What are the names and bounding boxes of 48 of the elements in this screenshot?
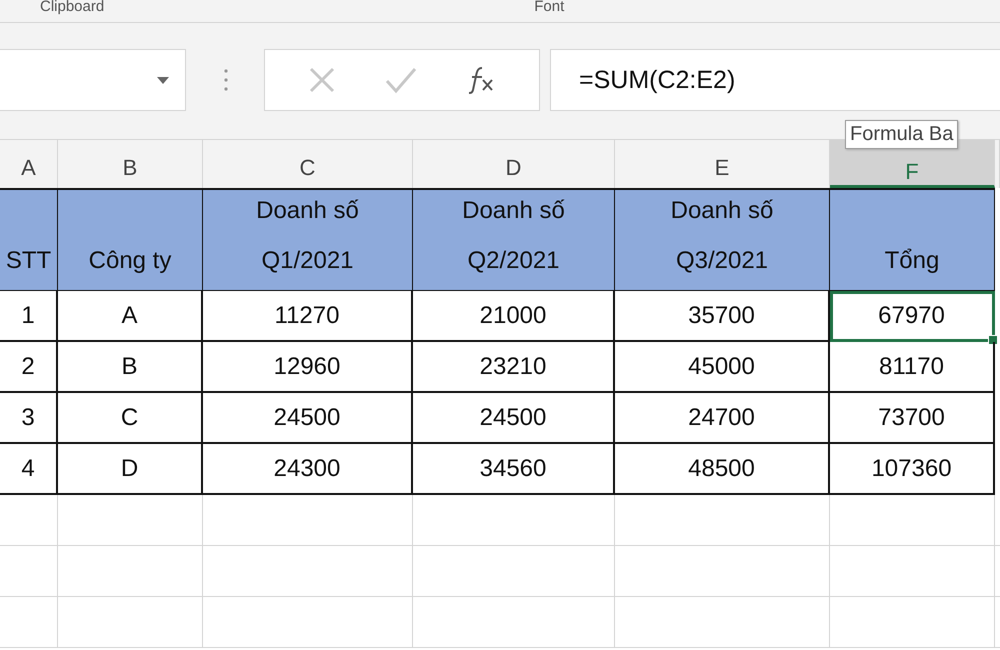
table-cell: 12960: [203, 342, 413, 393]
table-cell: 11270: [203, 291, 413, 342]
table-cell: 24300: [203, 444, 413, 495]
table-cell: 45000: [615, 342, 830, 393]
header-cell: Doanh số Q1/2021: [203, 188, 413, 291]
header-cell: Doanh số Q2/2021: [413, 188, 615, 291]
ribbon-group-label: Clipboard: [40, 0, 104, 14]
column-header[interactable]: B: [58, 140, 203, 188]
table-cell: 21000: [413, 291, 615, 342]
name-box[interactable]: [0, 49, 186, 111]
table-cell: 34560: [413, 444, 615, 495]
empty-cell: [0, 546, 58, 597]
table-cell: 48500: [615, 444, 830, 495]
empty-cell: [0, 597, 58, 648]
column-header[interactable]: A: [0, 140, 58, 188]
ribbon-group-label: Font: [534, 0, 564, 14]
tooltip: Formula Ba: [845, 120, 958, 149]
table-cell: 24500: [413, 393, 615, 444]
table-cell: 73700: [830, 393, 995, 444]
table-cell: 23210: [413, 342, 615, 393]
cancel-icon[interactable]: [308, 66, 336, 94]
table-cell: C: [58, 393, 203, 444]
table-cell: 81170: [830, 342, 995, 393]
table-cell: B: [58, 342, 203, 393]
table-cell: A: [58, 291, 203, 342]
header-cell: STT: [0, 188, 58, 291]
header-cell: Tổng: [830, 188, 995, 291]
table-cell: 3: [0, 393, 58, 444]
table-cell: 1: [0, 291, 58, 342]
header-cell: Doanh số Q3/2021: [615, 188, 830, 291]
table-cell: 24500: [203, 393, 413, 444]
table-cell: 67970: [830, 291, 995, 342]
column-header[interactable]: E: [615, 140, 830, 188]
grip-icon[interactable]: [224, 69, 228, 91]
table-cell: 35700: [615, 291, 830, 342]
table-cell: D: [58, 444, 203, 495]
table-cell: 4: [0, 444, 58, 495]
header-cell: Công ty: [58, 188, 203, 291]
column-header[interactable]: D: [413, 140, 615, 188]
fill-handle[interactable]: [988, 335, 998, 345]
caret-icon: [157, 76, 169, 84]
empty-cell: [0, 495, 58, 546]
column-header[interactable]: C: [203, 140, 413, 188]
table-cell: 107360: [830, 444, 995, 495]
checkmark-icon[interactable]: [384, 66, 417, 94]
table-cell: 24700: [615, 393, 830, 444]
formula-input[interactable]: =SUM(C2:E2): [550, 49, 1000, 111]
table-cell: 2: [0, 342, 58, 393]
